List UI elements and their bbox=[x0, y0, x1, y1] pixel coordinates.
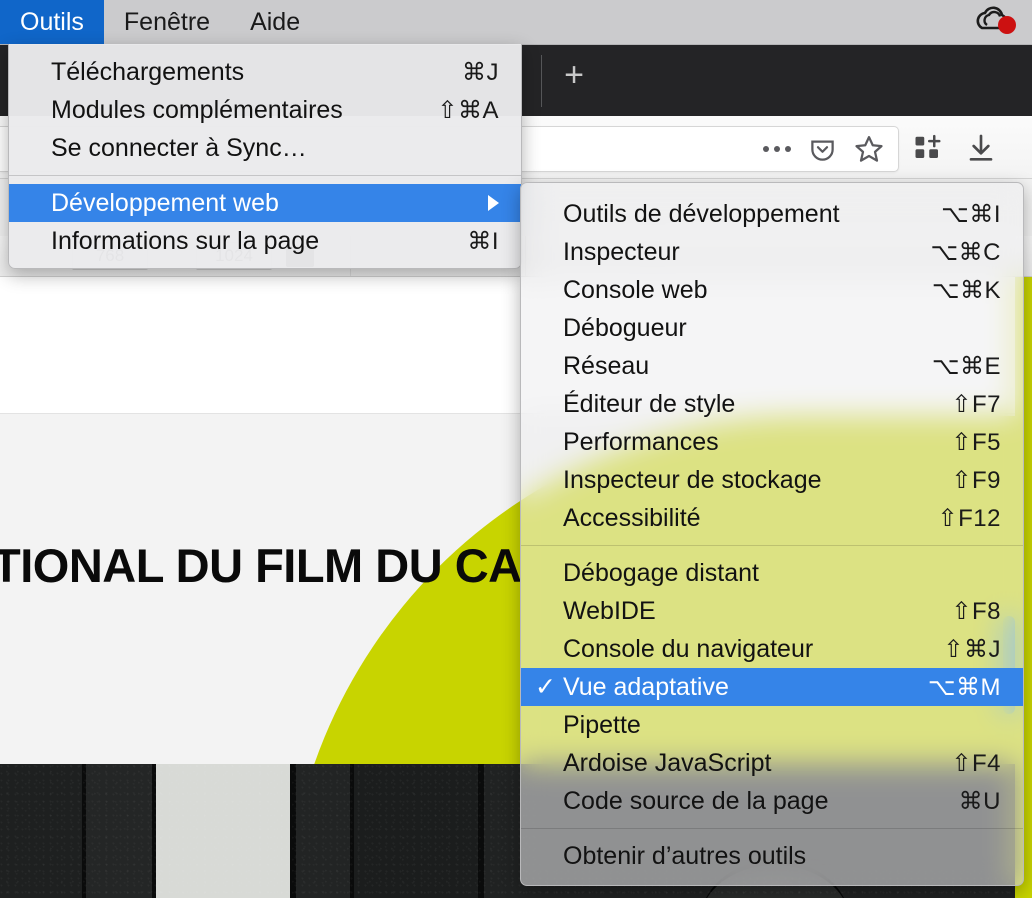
menu-item-shortcut: ⌘I bbox=[467, 227, 499, 255]
menu-item-telechargements[interactable]: Téléchargements ⌘J bbox=[9, 53, 521, 91]
menu-item-shortcut: ⌘U bbox=[958, 787, 1001, 815]
menu-item-inspecteur-de-stockage[interactable]: Inspecteur de stockage ⇧F9 bbox=[521, 461, 1023, 499]
menu-item-ardoise-javascript[interactable]: Ardoise JavaScript ⇧F4 bbox=[521, 744, 1023, 782]
menubar-item-outils[interactable]: Outils bbox=[0, 0, 104, 44]
menu-item-label: Vue adaptative bbox=[563, 672, 729, 701]
menu-item-console-du-navigateur[interactable]: Console du navigateur ⇧⌘J bbox=[521, 630, 1023, 668]
web-development-submenu-panel: Outils de développement ⌥⌘I Inspecteur ⌥… bbox=[520, 182, 1024, 886]
page-actions-dots-icon[interactable] bbox=[763, 146, 791, 152]
menu-item-label: Code source de la page bbox=[563, 786, 829, 815]
menu-item-shortcut: ⇧F12 bbox=[937, 504, 1001, 532]
menu-item-shortcut: ⇧⌘J bbox=[943, 635, 1001, 663]
menu-item-shortcut: ⌥⌘C bbox=[930, 238, 1001, 266]
menu-item-modules-complementaires[interactable]: Modules complémentaires ⇧⌘A bbox=[9, 91, 521, 129]
checkmark-icon: ✓ bbox=[535, 672, 556, 701]
menu-item-developpement-web[interactable]: Développement web bbox=[9, 184, 521, 222]
menu-item-label: WebIDE bbox=[563, 596, 656, 625]
menu-item-label: Se connecter à Sync… bbox=[51, 133, 307, 162]
menu-item-pipette[interactable]: Pipette bbox=[521, 706, 1023, 744]
menu-item-code-source-de-la-page[interactable]: Code source de la page ⌘U bbox=[521, 782, 1023, 820]
menu-item-webide[interactable]: WebIDE ⇧F8 bbox=[521, 592, 1023, 630]
menu-item-label: Accessibilité bbox=[563, 503, 701, 532]
tab-divider bbox=[541, 55, 542, 107]
tools-menu-panel: Téléchargements ⌘J Modules complémentair… bbox=[8, 44, 522, 269]
cloud-badge-icon[interactable] bbox=[974, 6, 1020, 38]
chevron-right-icon bbox=[488, 195, 499, 211]
pocket-icon[interactable] bbox=[809, 136, 836, 163]
library-add-icon[interactable] bbox=[913, 133, 943, 163]
menu-item-label: Débogueur bbox=[563, 313, 687, 342]
menu-item-shortcut: ⇧⌘A bbox=[437, 96, 499, 124]
menubar-item-aide[interactable]: Aide bbox=[230, 0, 320, 44]
menu-item-shortcut: ⇧F7 bbox=[951, 390, 1001, 418]
screenshot-root: I TIONAL DU FILM DU CA 768 1024 + bbox=[0, 0, 1032, 898]
menu-separator bbox=[9, 175, 521, 176]
menu-item-obtenir-dautres-outils[interactable]: Obtenir d’autres outils bbox=[521, 837, 1023, 875]
menu-item-label: Réseau bbox=[563, 351, 650, 380]
menu-item-shortcut: ⌥⌘E bbox=[931, 352, 1001, 380]
menu-item-accessibilite[interactable]: Accessibilité ⇧F12 bbox=[521, 499, 1023, 537]
downloads-icon[interactable] bbox=[965, 132, 997, 164]
menu-item-shortcut: ⌘J bbox=[462, 58, 499, 86]
menu-item-label: Éditeur de style bbox=[563, 389, 736, 418]
menu-item-editeur-de-style[interactable]: Éditeur de style ⇧F7 bbox=[521, 385, 1023, 423]
mac-menu-bar: Outils Fenêtre Aide bbox=[0, 0, 1032, 45]
menu-item-label: Inspecteur bbox=[563, 237, 680, 266]
menu-separator bbox=[521, 545, 1023, 546]
menu-item-label: Téléchargements bbox=[51, 57, 245, 86]
menu-item-label: Console web bbox=[563, 275, 708, 304]
menu-item-shortcut: ⇧F8 bbox=[951, 597, 1001, 625]
menu-item-outils-de-developpement[interactable]: Outils de développement ⌥⌘I bbox=[521, 195, 1023, 233]
menu-item-label: Développement web bbox=[51, 188, 279, 217]
menu-item-label: Modules complémentaires bbox=[51, 95, 343, 124]
menu-item-informations-sur-la-page[interactable]: Informations sur la page ⌘I bbox=[9, 222, 521, 260]
menu-item-shortcut: ⌥⌘M bbox=[927, 673, 1001, 701]
menu-item-console-web[interactable]: Console web ⌥⌘K bbox=[521, 271, 1023, 309]
menu-item-label: Performances bbox=[563, 427, 719, 456]
menu-separator bbox=[521, 828, 1023, 829]
menu-item-reseau[interactable]: Réseau ⌥⌘E bbox=[521, 347, 1023, 385]
page-headline-line1: I bbox=[0, 471, 3, 526]
menu-item-label: Outils de développement bbox=[563, 199, 840, 228]
menu-item-label: Pipette bbox=[563, 710, 641, 739]
menu-item-vue-adaptative[interactable]: ✓ Vue adaptative ⌥⌘M bbox=[521, 668, 1023, 706]
menu-item-label: Inspecteur de stockage bbox=[563, 465, 822, 494]
new-tab-button[interactable]: + bbox=[558, 58, 590, 92]
menu-item-label: Obtenir d’autres outils bbox=[563, 841, 807, 870]
menu-item-performances[interactable]: Performances ⇧F5 bbox=[521, 423, 1023, 461]
menu-item-label: Ardoise JavaScript bbox=[563, 748, 772, 777]
menu-item-shortcut: ⇧F5 bbox=[951, 428, 1001, 456]
menu-item-se-connecter-a-sync[interactable]: Se connecter à Sync… bbox=[9, 129, 521, 167]
menu-item-debogage-distant[interactable]: Débogage distant bbox=[521, 554, 1023, 592]
menu-item-label: Console du navigateur bbox=[563, 634, 814, 663]
menu-item-inspecteur[interactable]: Inspecteur ⌥⌘C bbox=[521, 233, 1023, 271]
menu-item-shortcut: ⌥⌘K bbox=[931, 276, 1001, 304]
menu-item-label: Débogage distant bbox=[563, 558, 759, 587]
menu-item-shortcut: ⌥⌘I bbox=[941, 200, 1001, 228]
menu-item-shortcut: ⇧F9 bbox=[951, 466, 1001, 494]
menu-item-shortcut: ⇧F4 bbox=[951, 749, 1001, 777]
bookmark-star-icon[interactable] bbox=[854, 134, 884, 164]
menubar-item-fenetre[interactable]: Fenêtre bbox=[104, 0, 230, 44]
menu-item-label: Informations sur la page bbox=[51, 226, 320, 255]
page-headline-line2: TIONAL DU FILM DU CA bbox=[0, 539, 522, 592]
menu-item-debogueur[interactable]: Débogueur bbox=[521, 309, 1023, 347]
